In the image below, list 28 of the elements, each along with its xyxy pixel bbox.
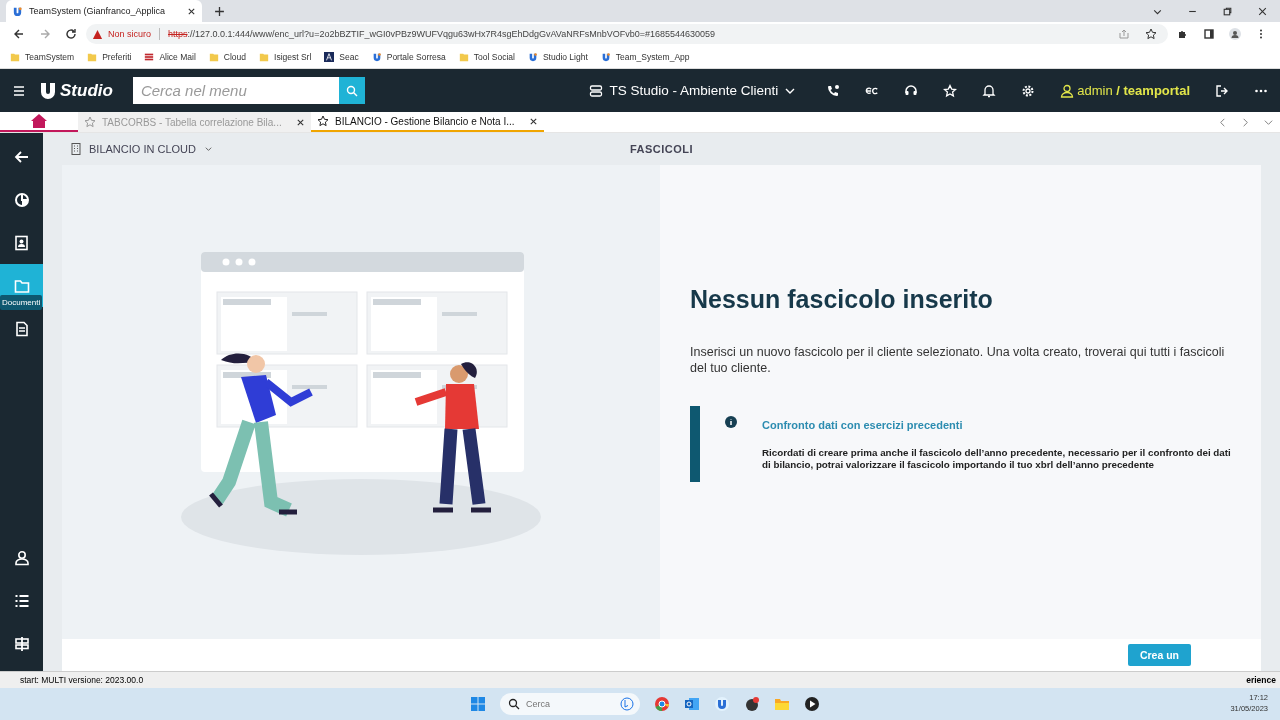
empty-state-title: Nessun fascicolo inserito — [690, 285, 994, 314]
bookmark[interactable]: Team_System_App — [600, 52, 690, 62]
search-field[interactable]: Cerca nel menu — [132, 77, 339, 104]
bookmark[interactable]: Studio Light — [527, 52, 588, 62]
app-name: Studio — [60, 80, 113, 101]
taskbar-search-field[interactable]: Cerca — [500, 693, 640, 715]
tooltip: Documenti — [0, 295, 43, 310]
security-label: Non sicuro — [108, 29, 152, 39]
bookmark[interactable]: Seac — [324, 52, 359, 62]
info-text: Ricordati di creare prima anche il fascicolo dell’anno precedente, necessario per il confronto dei dati di bilancio, potrai valorizzare il fascicolo importando il tuo xbrl dell’anno precedente — [762, 447, 1231, 471]
bookmark[interactable]: TeamSystem — [10, 52, 75, 62]
bookmark[interactable]: Portale Sorresa — [371, 52, 446, 62]
bookmark[interactable]: Isigest Srl — [259, 52, 312, 62]
bookmark[interactable]: Cloud — [208, 52, 246, 62]
status-text: erience — [1246, 675, 1276, 685]
bookmark[interactable]: Preferiti — [87, 52, 132, 62]
address-bar[interactable]: Non sicuro https://127.0.0.1:444/www/enc_url?u=2o2bBZTIF_wGI0vPBz9WUFVqgu63wHx7R4sgEhDdgGvAVaNRFsMnbVOFvb0=#1685544630059 — [86, 24, 1168, 44]
bookmark[interactable]: Tool Social — [458, 52, 515, 62]
company-selector[interactable]: BILANCIO IN CLOUD — [71, 143, 213, 155]
page-title: FASCICOLI — [629, 143, 694, 155]
user-menu[interactable]: admin / teamportal — [1060, 83, 1190, 98]
empty-state-text: Inserisci un nuovo fascicolo per il cliente selezionato. Una volta creato, troverai qui tutti i fascicoli del tuo cliente. — [690, 344, 1226, 376]
status-text: start: MULTI versione: 2023.00.0 — [20, 675, 144, 685]
browser-tab[interactable]: TeamSystem (Gianfranco_Applica — [6, 0, 202, 22]
url-text: https://127.0.0.1:444/www/enc_url?u=2o2bBZTIF_wGI0vPBz9WUFVqgu63wHx7R4sgEhDdgGvAVaNRFsMnbVOFvb0=#1685544630059 — [168, 29, 715, 39]
info-title: Confronto dati con esercizi precedenti — [762, 419, 964, 431]
environment-selector[interactable]: TS Studio - Ambiente Clienti — [589, 83, 797, 98]
bookmark[interactable]: Alice Mail — [144, 52, 196, 62]
